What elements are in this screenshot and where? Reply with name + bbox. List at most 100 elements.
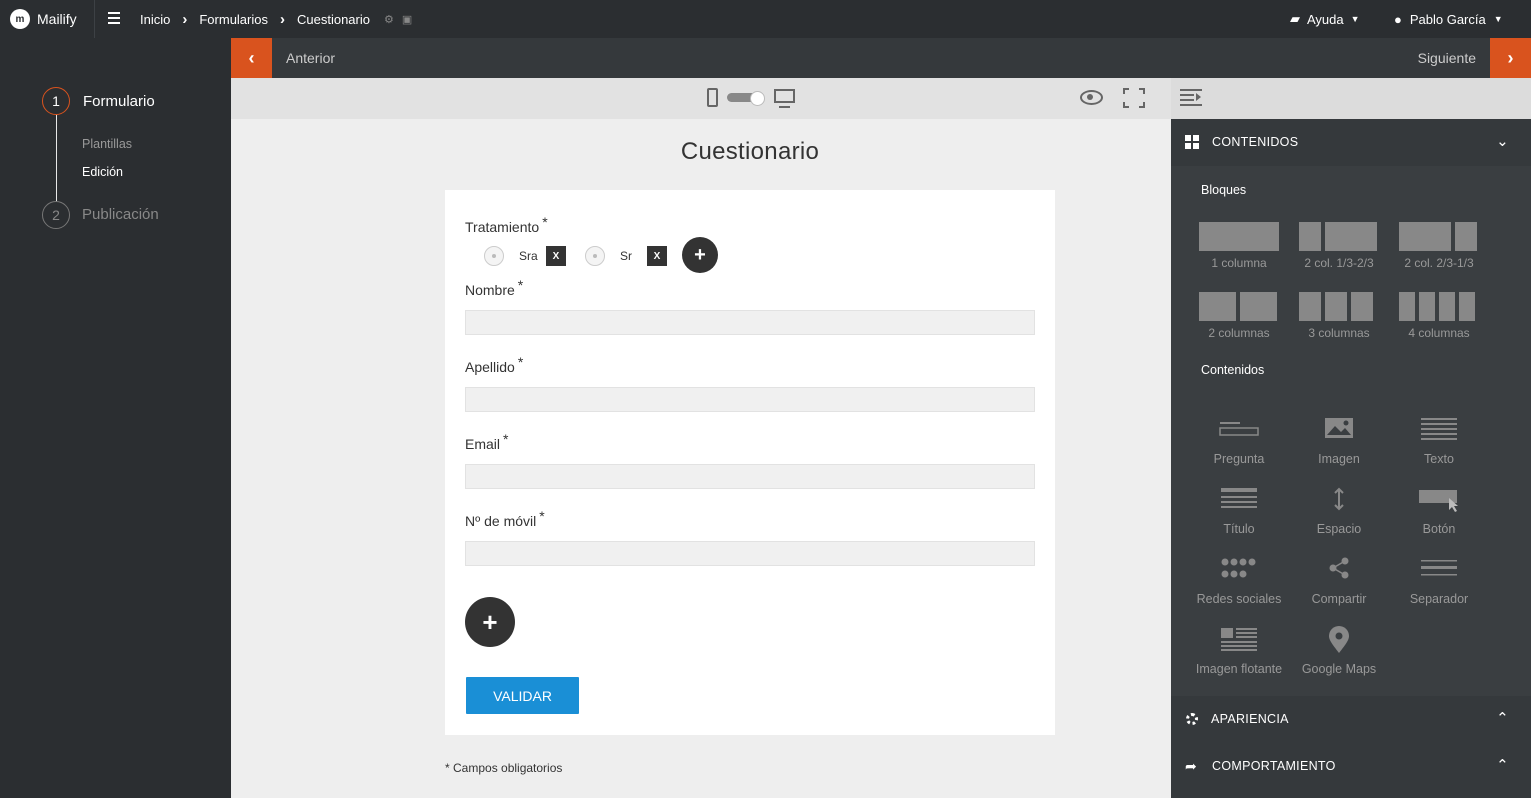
substep-plantillas[interactable]: Plantillas bbox=[82, 137, 132, 151]
desktop-view-icon[interactable] bbox=[774, 89, 795, 108]
movil-input[interactable] bbox=[465, 541, 1035, 566]
text-lines-icon bbox=[1421, 418, 1457, 440]
hamburger-menu-icon[interactable] bbox=[108, 12, 120, 24]
app-name: Mailify bbox=[37, 11, 77, 27]
mobile-view-icon[interactable] bbox=[707, 88, 718, 107]
contenidos-body: Bloques 1 columna 2 col. 1/3-2/3 2 col. … bbox=[1171, 166, 1531, 696]
add-field-button[interactable]: + bbox=[465, 597, 515, 647]
block-label: 2 col. 1/3-2/3 bbox=[1304, 256, 1374, 270]
steps-connector-line bbox=[56, 114, 57, 202]
block-2col-2-3-1-3[interactable]: 2 col. 2/3-1/3 bbox=[1389, 222, 1489, 282]
step-2-label[interactable]: Publicación bbox=[82, 206, 159, 223]
radio-label-sra: Sra bbox=[519, 249, 538, 263]
block-2col-1-3-2-3[interactable]: 2 col. 1/3-2/3 bbox=[1289, 222, 1389, 282]
block-label: 2 col. 2/3-1/3 bbox=[1404, 256, 1474, 270]
image-icon bbox=[1325, 418, 1353, 438]
help-label: Ayuda bbox=[1307, 11, 1344, 27]
breadcrumb-inicio[interactable]: Inicio bbox=[140, 12, 170, 27]
field-label-apellido[interactable]: Apellido * bbox=[465, 354, 523, 375]
apellido-input[interactable] bbox=[465, 387, 1035, 412]
contenidos-title: CONTENIDOS bbox=[1212, 135, 1299, 149]
remove-option-sra-button[interactable]: X bbox=[546, 246, 566, 266]
radio-label-sr: Sr bbox=[620, 249, 632, 263]
device-view-toggle[interactable] bbox=[727, 91, 765, 106]
content-google-maps[interactable]: Google Maps bbox=[1289, 626, 1389, 686]
help-menu[interactable]: ▰ Ayuda ▼ bbox=[1290, 0, 1360, 38]
field-label-text: Nombre bbox=[465, 282, 515, 298]
app-logo[interactable]: m Mailify bbox=[10, 6, 77, 32]
user-avatar-icon: ● bbox=[1394, 11, 1402, 27]
step-navigation-bar: ‹ Anterior Siguiente › bbox=[231, 38, 1531, 78]
previous-button[interactable]: ‹ bbox=[231, 38, 272, 78]
substep-edicion[interactable]: Edición bbox=[82, 165, 123, 179]
chat-bubbles-icon: ▰ bbox=[1290, 11, 1300, 26]
block-4-columnas[interactable]: 4 columnas bbox=[1389, 292, 1489, 352]
field-label-email[interactable]: Email * bbox=[465, 431, 508, 452]
breadcrumb-cuestionario: Cuestionario bbox=[296, 11, 370, 27]
blocks-grid-icon bbox=[1185, 135, 1199, 149]
step-2-number[interactable]: 2 bbox=[42, 201, 70, 229]
separator-icon bbox=[1421, 560, 1457, 576]
required-asterisk: * bbox=[539, 508, 545, 524]
block-3-columnas[interactable]: 3 columnas bbox=[1289, 292, 1389, 352]
breadcrumb-actions: ⚙ ▣ bbox=[384, 13, 412, 26]
bloques-section-title: Bloques bbox=[1201, 183, 1247, 197]
form-title[interactable]: Cuestionario bbox=[231, 138, 1269, 166]
content-compartir[interactable]: Compartir bbox=[1289, 556, 1389, 616]
field-label-tratamiento[interactable]: Tratamiento * bbox=[465, 214, 548, 235]
social-networks-icon bbox=[1221, 558, 1256, 578]
editor-canvas: Cuestionario Tratamiento * Sra X Sr X + N… bbox=[231, 78, 1171, 798]
remove-option-sr-button[interactable]: X bbox=[647, 246, 667, 266]
validar-submit-button[interactable]: VALIDAR bbox=[466, 677, 579, 714]
content-label: Texto bbox=[1424, 452, 1454, 466]
breadcrumb-formularios[interactable]: Formularios bbox=[199, 12, 268, 27]
content-boton[interactable]: Botón bbox=[1389, 486, 1489, 546]
radio-sr[interactable] bbox=[585, 246, 605, 266]
comportamiento-title: COMPORTAMIENTO bbox=[1212, 759, 1336, 773]
next-button[interactable]: › bbox=[1490, 38, 1531, 78]
nombre-input[interactable] bbox=[465, 310, 1035, 335]
user-menu[interactable]: ● Pablo García ▼ bbox=[1394, 0, 1503, 38]
chevron-down-icon: ▼ bbox=[1493, 14, 1503, 24]
button-icon bbox=[1419, 490, 1458, 512]
block-2-columnas[interactable]: 2 columnas bbox=[1189, 292, 1289, 352]
settings-gear-icon[interactable]: ⚙ bbox=[384, 13, 394, 26]
required-asterisk: * bbox=[517, 354, 524, 370]
field-label-nombre[interactable]: Nombre * bbox=[465, 277, 523, 298]
required-fields-note: * Campos obligatorios bbox=[445, 761, 563, 775]
contenidos-accordion-header[interactable]: CONTENIDOS ⌄ bbox=[1171, 119, 1531, 166]
block-label: 3 columnas bbox=[1308, 326, 1370, 340]
field-label-text: Nº de móvil bbox=[465, 513, 537, 529]
content-panel: CONTENIDOS ⌄ Bloques 1 columna 2 col. 1/… bbox=[1171, 78, 1531, 798]
preview-eye-icon[interactable] bbox=[1080, 90, 1103, 105]
chevron-up-icon: ⌃ bbox=[1496, 757, 1509, 774]
fullscreen-icon[interactable] bbox=[1123, 88, 1145, 108]
content-pregunta[interactable]: Pregunta bbox=[1189, 416, 1289, 476]
email-input[interactable] bbox=[465, 464, 1035, 489]
block-1-columna[interactable]: 1 columna bbox=[1189, 222, 1289, 282]
chevron-right-icon: › bbox=[279, 10, 285, 28]
apariencia-accordion-header[interactable]: APARIENCIA ⌃ bbox=[1171, 696, 1531, 743]
content-separador[interactable]: Separador bbox=[1389, 556, 1489, 616]
content-texto[interactable]: Texto bbox=[1389, 416, 1489, 476]
content-redes-sociales[interactable]: Redes sociales bbox=[1189, 556, 1289, 616]
content-label: Google Maps bbox=[1301, 662, 1377, 676]
step-1-label[interactable]: Formulario bbox=[83, 93, 155, 110]
content-espacio[interactable]: Espacio bbox=[1289, 486, 1389, 546]
save-icon[interactable]: ▣ bbox=[402, 13, 412, 26]
collapse-panel-icon[interactable] bbox=[1180, 89, 1202, 106]
step-1-number[interactable]: 1 bbox=[42, 87, 70, 115]
field-label-movil[interactable]: Nº de móvil * bbox=[465, 508, 545, 529]
steps-sidebar: 1 Formulario Plantillas Edición 2 Public… bbox=[0, 38, 231, 798]
content-imagen-flotante[interactable]: Imagen flotante bbox=[1189, 626, 1289, 686]
previous-label[interactable]: Anterior bbox=[286, 50, 335, 66]
add-option-button[interactable]: + bbox=[682, 237, 718, 273]
next-label[interactable]: Siguiente bbox=[1418, 50, 1476, 66]
share-arrow-icon: ➦ bbox=[1185, 758, 1198, 774]
radio-sra[interactable] bbox=[484, 246, 504, 266]
top-bar: m Mailify Inicio › Formularios › Cuestio… bbox=[0, 0, 1531, 38]
comportamiento-accordion-header[interactable]: ➦ COMPORTAMIENTO ⌃ bbox=[1171, 743, 1531, 790]
topbar-divider bbox=[94, 0, 95, 38]
content-titulo[interactable]: Título bbox=[1189, 486, 1289, 546]
content-imagen[interactable]: Imagen bbox=[1289, 416, 1389, 476]
